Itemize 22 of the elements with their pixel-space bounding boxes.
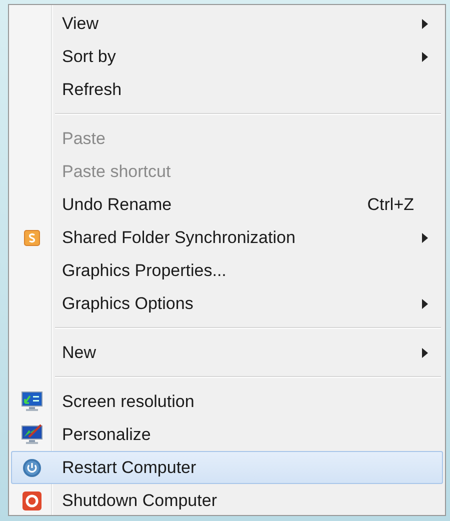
menu-item[interactable]: New bbox=[11, 336, 443, 369]
menu-item[interactable]: Restart Computer bbox=[11, 451, 443, 484]
monitor-icon bbox=[21, 390, 43, 412]
menu-item[interactable]: View bbox=[11, 7, 443, 40]
menu-item[interactable]: Undo Rename Ctrl+Z bbox=[11, 188, 443, 221]
menu-item[interactable]: Shared Folder Synchronization bbox=[11, 221, 443, 254]
menu-item[interactable]: Shutdown Computer bbox=[11, 484, 443, 517]
monitor-brush-icon bbox=[21, 424, 43, 446]
square-icon bbox=[24, 230, 40, 246]
menu-item[interactable]: Sort by bbox=[11, 40, 443, 73]
menu-item[interactable]: Graphics Options bbox=[11, 287, 443, 320]
power-icon bbox=[22, 490, 42, 510]
menu-item[interactable]: Refresh bbox=[11, 73, 443, 106]
menu-item[interactable]: Personalize bbox=[11, 418, 443, 451]
menu-item[interactable]: Screen resolution bbox=[11, 385, 443, 418]
submenu-arrow-icon bbox=[422, 298, 428, 308]
power-icon bbox=[22, 458, 42, 478]
submenu-arrow-icon bbox=[422, 348, 428, 358]
menu-item[interactable]: Graphics Properties... bbox=[11, 254, 443, 287]
submenu-arrow-icon bbox=[422, 52, 428, 62]
submenu-arrow-icon bbox=[422, 18, 428, 28]
submenu-arrow-icon bbox=[422, 232, 428, 242]
